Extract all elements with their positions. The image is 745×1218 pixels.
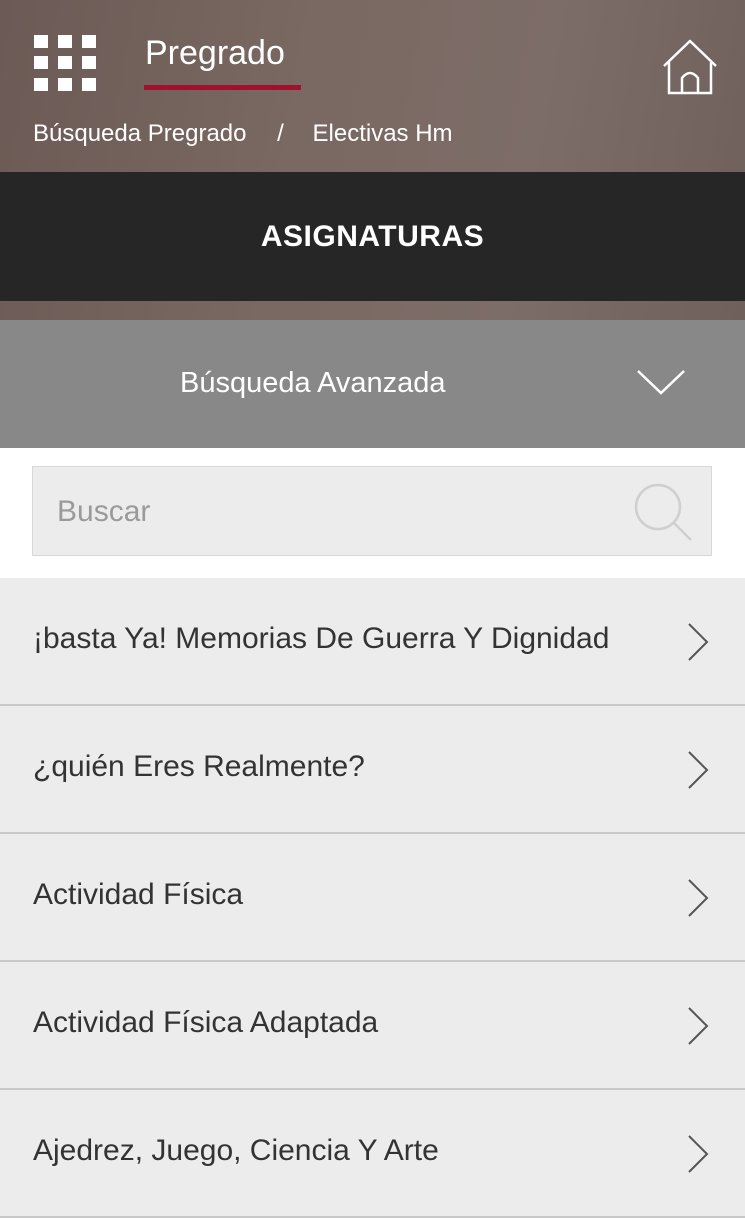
subject-name: Ajedrez, Juego, Ciencia Y Arte <box>33 1134 439 1167</box>
chevron-right-icon <box>688 623 709 661</box>
section-title-bar: ASIGNATURAS <box>0 172 745 301</box>
list-item[interactable]: Actividad Física Adaptada <box>0 962 745 1090</box>
list-item[interactable]: Actividad Física <box>0 834 745 962</box>
breadcrumb-separator: / <box>277 120 284 147</box>
search-box <box>32 466 712 556</box>
chevron-right-icon <box>688 751 709 789</box>
page-title[interactable]: Pregrado <box>145 34 285 73</box>
subject-name: Actividad Física <box>33 878 244 911</box>
advanced-search-label: Búsqueda Avanzada <box>180 367 446 399</box>
section-title: ASIGNATURAS <box>260 219 485 253</box>
list-item[interactable]: ¿quién Eres Realmente? <box>0 706 745 834</box>
advanced-search-toggle[interactable]: Búsqueda Avanzada <box>0 320 745 448</box>
chevron-right-icon <box>688 1135 709 1173</box>
apps-grid-icon[interactable] <box>34 35 96 91</box>
subject-name: Actividad Física Adaptada <box>33 1006 379 1039</box>
subject-list: ¡basta Ya! Memorias De Guerra Y Dignidad… <box>0 578 745 1218</box>
breadcrumb-current[interactable]: Electivas Hm <box>313 120 453 147</box>
chevron-right-icon <box>688 879 709 917</box>
breadcrumb: Búsqueda Pregrado / Electivas Hm <box>33 120 453 148</box>
home-icon[interactable] <box>660 38 720 96</box>
subject-name: ¡basta Ya! Memorias De Guerra Y Dignidad <box>33 622 610 655</box>
search-area <box>0 448 745 578</box>
list-item[interactable]: ¡basta Ya! Memorias De Guerra Y Dignidad <box>0 578 745 706</box>
breadcrumb-link-search[interactable]: Búsqueda Pregrado <box>33 120 247 147</box>
subject-name: ¿quién Eres Realmente? <box>33 750 365 783</box>
chevron-down-icon <box>637 370 685 395</box>
list-item[interactable]: Ajedrez, Juego, Ciencia Y Arte <box>0 1090 745 1218</box>
search-icon[interactable] <box>633 482 695 544</box>
chevron-right-icon <box>688 1007 709 1045</box>
search-input[interactable] <box>55 487 619 537</box>
active-tab-underline <box>144 85 301 90</box>
